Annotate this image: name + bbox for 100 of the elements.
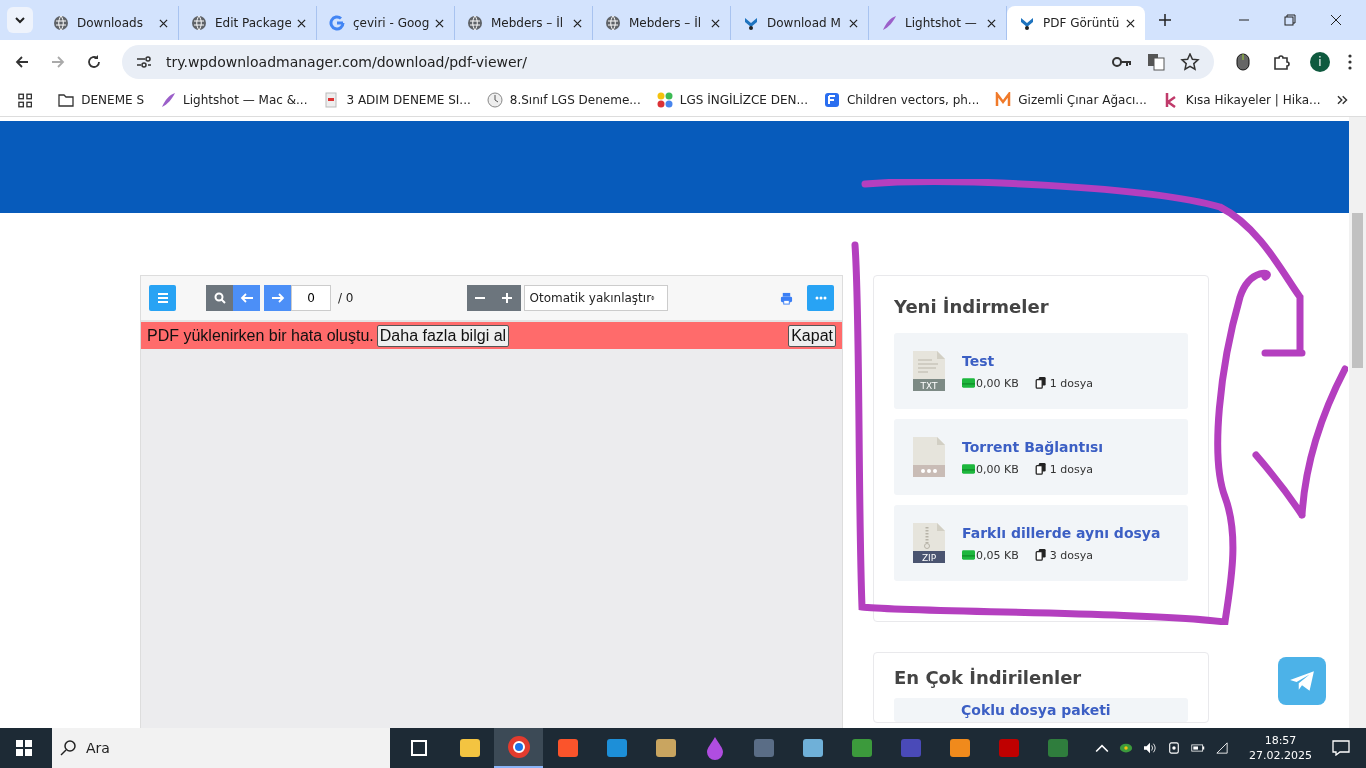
google-icon xyxy=(329,15,345,31)
page-count: / 0 xyxy=(338,291,354,305)
bookmark[interactable]: Gizemli Çınar Ağacı... xyxy=(995,92,1147,108)
hard-drive-icon xyxy=(962,549,975,561)
wifi-icon[interactable] xyxy=(1215,742,1229,754)
hard-drive-icon xyxy=(962,377,975,389)
download-title[interactable]: Test xyxy=(962,352,1093,369)
mouse-icon[interactable] xyxy=(1234,53,1252,71)
windows-start-icon[interactable] xyxy=(16,740,32,756)
scrollbar[interactable] xyxy=(1349,117,1366,728)
right-arrow-icon xyxy=(270,292,285,304)
more-info-button[interactable]: Daha fazla bilgi al xyxy=(376,324,510,347)
search-icon xyxy=(213,292,226,304)
chevron-down-icon xyxy=(14,14,26,26)
download-item[interactable]: Çoklu dosya paketi xyxy=(894,698,1188,722)
file-icon: ZIP xyxy=(912,522,946,564)
feather-icon xyxy=(881,15,897,31)
apps-grid-icon[interactable] xyxy=(18,92,33,108)
file-icon: TXT xyxy=(912,350,946,392)
download-logo-icon xyxy=(1019,15,1035,31)
widget-title: Yeni İndirmeler xyxy=(894,296,1050,317)
browser-tab[interactable]: Download M xyxy=(731,6,869,40)
browser-tab[interactable]: Edit Package xyxy=(179,6,317,40)
letter-icon xyxy=(995,92,1012,108)
close-icon[interactable] xyxy=(1330,14,1342,26)
restore-icon[interactable] xyxy=(1284,14,1296,26)
notifications-icon[interactable] xyxy=(1332,740,1350,756)
download-title[interactable]: Çoklu dosya paketi xyxy=(961,702,1111,718)
close-icon[interactable] xyxy=(1126,18,1135,28)
menu-icon xyxy=(156,292,169,304)
back-icon[interactable] xyxy=(14,54,30,70)
download-item[interactable]: Torrent Bağlantısı 0,00 KB 1 dosya xyxy=(894,419,1188,495)
volume-icon[interactable] xyxy=(1143,742,1157,754)
zoom-in-button[interactable] xyxy=(493,285,521,311)
globe-icon xyxy=(53,15,69,31)
globe-icon xyxy=(467,15,483,31)
file-count: 3 dosya xyxy=(1049,548,1093,562)
download-item[interactable]: TXT Test 0,00 KB 1 dosya xyxy=(894,333,1188,409)
clock[interactable]: 18:57 27.02.2025 xyxy=(1249,733,1312,763)
previous-page-button[interactable] xyxy=(233,285,260,311)
chevron-up-icon[interactable] xyxy=(1095,742,1109,754)
file-count: 1 dosya xyxy=(1049,462,1093,476)
globe-icon xyxy=(605,15,621,31)
copy-icon xyxy=(1034,377,1046,389)
paper-plane-icon xyxy=(1289,670,1315,692)
browser-tab[interactable]: Mebders – İl xyxy=(593,6,731,40)
bookmark[interactable]: Children vectors, ph... xyxy=(823,92,980,108)
device-icon[interactable] xyxy=(1167,742,1181,754)
print-icon[interactable] xyxy=(780,291,793,305)
menu-icon[interactable] xyxy=(1348,54,1352,70)
file-size: 0,05 KB xyxy=(976,548,1019,562)
close-icon[interactable] xyxy=(159,18,168,28)
tab-search-button[interactable] xyxy=(7,7,33,33)
search-button[interactable] xyxy=(206,285,233,311)
bookmark[interactable]: Lightshot — Mac &... xyxy=(160,92,308,108)
close-icon[interactable] xyxy=(297,18,306,28)
browser-icon[interactable] xyxy=(506,735,531,759)
page-number-field[interactable]: 0 xyxy=(291,285,331,311)
close-icon[interactable] xyxy=(435,18,444,28)
site-settings-icon[interactable] xyxy=(136,54,152,70)
file-count: 1 dosya xyxy=(1049,376,1093,390)
network-status-icon[interactable] xyxy=(1119,742,1133,754)
bookmark[interactable]: Kısa Hikayeler | Hika... xyxy=(1162,92,1321,108)
browser-tab[interactable]: Mebders – İl xyxy=(455,6,593,40)
browser-tab[interactable]: PDF Görüntü xyxy=(1007,6,1145,40)
close-icon[interactable] xyxy=(849,18,858,28)
plus-icon xyxy=(501,292,513,304)
sidebar-toggle-button[interactable] xyxy=(149,285,176,311)
more-bookmarks-icon[interactable] xyxy=(1336,95,1348,105)
close-button[interactable]: Kapat xyxy=(788,324,836,347)
profile-avatar[interactable]: i xyxy=(1310,52,1330,72)
translate-icon[interactable] xyxy=(1146,53,1166,71)
taskbar-search-field[interactable]: Ara xyxy=(52,728,390,768)
zoom-out-button[interactable] xyxy=(466,285,494,311)
next-page-button[interactable] xyxy=(264,285,291,311)
error-message: PDF yüklenirken bir hata oluştu. xyxy=(147,326,374,345)
letter-square-icon xyxy=(823,92,840,108)
close-icon[interactable] xyxy=(711,18,720,28)
download-title[interactable]: Torrent Bağlantısı xyxy=(962,438,1104,455)
bookmark[interactable]: LGS İNGİLİZCE DEN... xyxy=(656,92,808,108)
address-bar[interactable]: try.wpdownloadmanager.com/download/pdf-viewer/ xyxy=(122,45,1214,79)
battery-icon[interactable] xyxy=(1191,742,1205,754)
feather-icon xyxy=(160,92,177,108)
close-icon[interactable] xyxy=(573,18,582,28)
reload-icon[interactable] xyxy=(86,54,102,70)
extensions-icon[interactable] xyxy=(1272,53,1290,71)
bookmark[interactable]: 3 ADIM DENEME SI... xyxy=(323,92,471,108)
browser-tab[interactable]: Downloads xyxy=(41,6,179,40)
browser-tab[interactable]: çeviri - Goog xyxy=(317,6,455,40)
close-icon[interactable] xyxy=(987,18,996,28)
bookmark[interactable]: 8.Sınıf LGS Deneme... xyxy=(486,92,641,108)
new-tab-icon[interactable] xyxy=(1159,14,1171,26)
url-text: try.wpdownloadmanager.com/download/pdf-viewer/ xyxy=(166,54,529,70)
download-logo-icon xyxy=(743,15,759,31)
hard-drive-icon xyxy=(962,463,975,475)
bookmark[interactable]: DENEME S xyxy=(58,92,145,108)
download-item[interactable]: ZIP Farklı dillerde aynı dosya 0,05 KB 3 dosya xyxy=(894,505,1188,581)
star-icon[interactable] xyxy=(1180,53,1200,71)
download-title[interactable]: Farklı dillerde aynı dosya xyxy=(962,524,1161,541)
zoom-dropdown[interactable]: Otomatik yakınlaştır xyxy=(523,285,668,311)
